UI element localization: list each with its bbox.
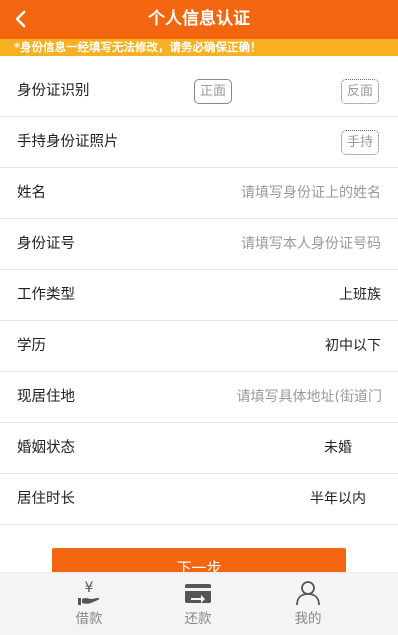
- row-handheld-photo: 手持身份证照片 手持: [0, 117, 398, 168]
- tab-mine[interactable]: 我的: [273, 573, 343, 635]
- id-back-button[interactable]: 反面: [341, 79, 380, 104]
- row-id-recognition: 身份证识别 正面 反面: [0, 66, 398, 117]
- name-input[interactable]: 请填写身份证上的姓名: [241, 168, 381, 218]
- residence-duration-select[interactable]: 半年以内: [310, 474, 366, 524]
- address-input[interactable]: 请填写具体地址(街道门: [237, 372, 382, 422]
- tab-borrow[interactable]: ¥ 借款: [54, 573, 124, 635]
- row-label: 现居住地: [17, 389, 75, 405]
- id-number-input[interactable]: 请填写本人身份证号码: [241, 219, 381, 269]
- row-education[interactable]: 学历 初中以下: [0, 321, 398, 372]
- job-type-select[interactable]: 上班族: [339, 270, 381, 320]
- row-address[interactable]: 现居住地 请填写具体地址(街道门: [0, 372, 398, 423]
- warning-notice: *身份信息一经填写无法修改，请务必确保正确！: [0, 39, 398, 56]
- tab-repay[interactable]: 还款: [163, 573, 233, 635]
- row-label: 工作类型: [17, 287, 75, 303]
- row-marital-status[interactable]: 婚姻状态 未婚: [0, 423, 398, 474]
- row-label: 身份证识别: [17, 83, 90, 99]
- row-label: 手持身份证照片: [17, 134, 119, 150]
- bottom-tab-bar: ¥ 借款 还款 我的: [0, 572, 398, 635]
- id-front-button[interactable]: 正面: [194, 79, 233, 104]
- row-label: 婚姻状态: [17, 440, 75, 456]
- header-bar: 个人信息认证: [0, 0, 398, 39]
- page-title: 个人信息认证: [148, 9, 250, 29]
- row-label: 身份证号: [17, 236, 75, 252]
- card-arrow-icon: [185, 584, 211, 603]
- marital-status-select[interactable]: 未婚: [324, 423, 352, 473]
- row-label: 姓名: [17, 185, 46, 201]
- row-label: 学历: [17, 338, 46, 354]
- row-name[interactable]: 姓名 请填写身份证上的姓名: [0, 168, 398, 219]
- row-job-type[interactable]: 工作类型 上班族: [0, 270, 398, 321]
- row-residence-duration[interactable]: 居住时长 半年以内: [0, 474, 398, 525]
- user-icon: [296, 581, 320, 606]
- yen-hand-icon: ¥: [78, 580, 100, 605]
- tab-label: 我的: [294, 611, 322, 627]
- handheld-photo-button[interactable]: 手持: [341, 130, 380, 155]
- svg-text:¥: ¥: [85, 580, 94, 596]
- education-select[interactable]: 初中以下: [325, 321, 381, 371]
- row-label: 居住时长: [17, 491, 75, 507]
- tab-label: 借款: [75, 611, 103, 627]
- tab-label: 还款: [184, 611, 212, 627]
- row-id-number[interactable]: 身份证号 请填写本人身份证号码: [0, 219, 398, 270]
